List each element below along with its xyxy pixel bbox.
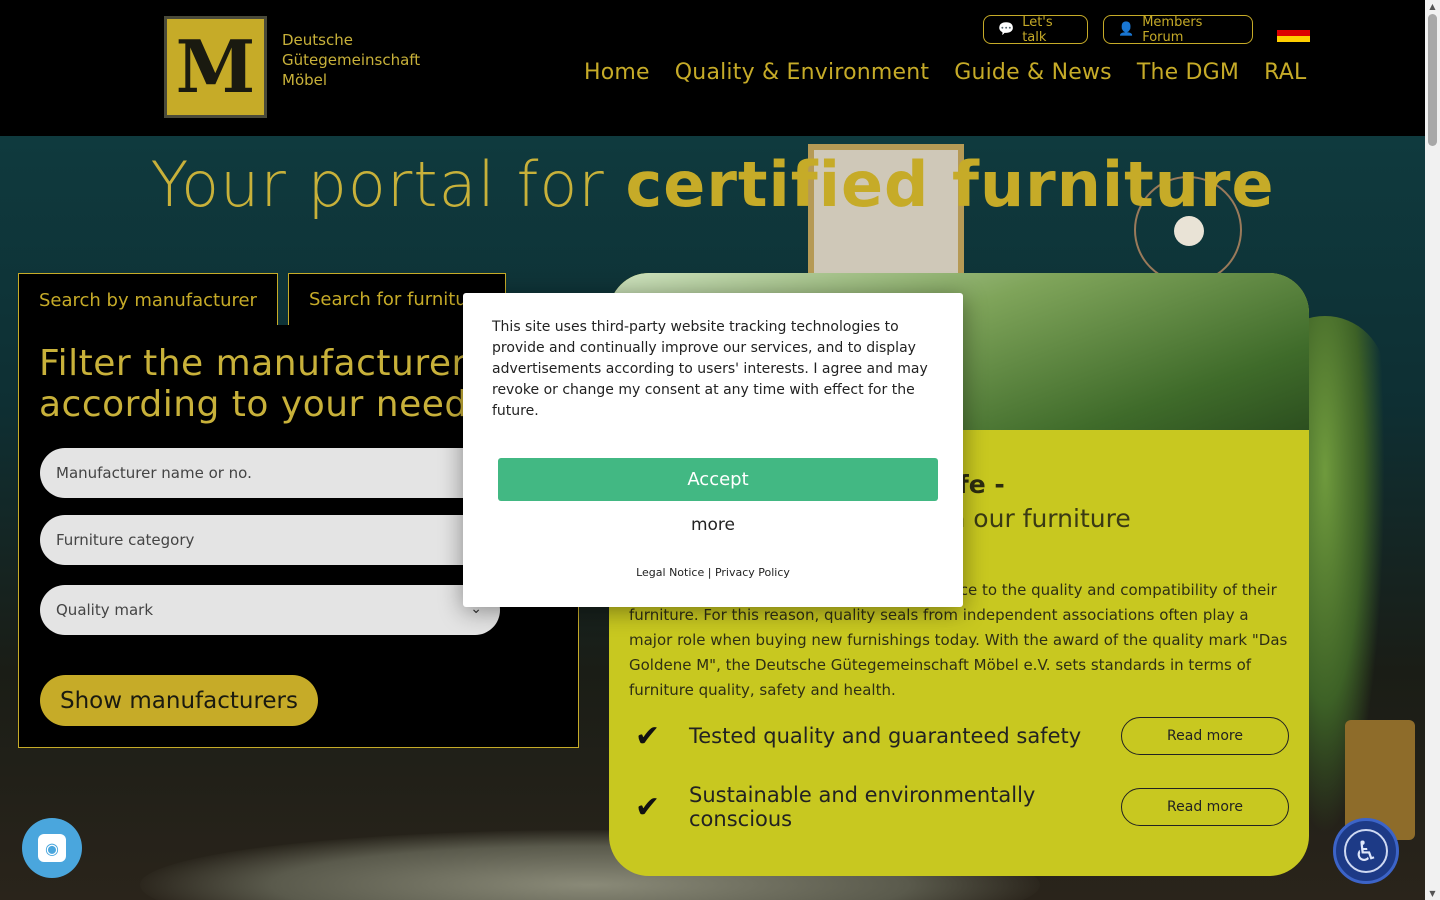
hero-title-bold: certified furniture xyxy=(625,148,1275,221)
feature-text: Tested quality and guaranteed safety xyxy=(689,724,1082,748)
quality-mark-select[interactable]: Quality mark ⌄ xyxy=(40,585,500,635)
logo-text[interactable]: Deutsche Gütegemeinschaft Möbel xyxy=(282,30,420,90)
accessibility-icon: ♿ xyxy=(1344,829,1388,873)
chat-icon: 💬 xyxy=(998,22,1015,37)
read-more-button[interactable]: Read more xyxy=(1121,717,1289,755)
show-manufacturers-button[interactable]: Show manufacturers xyxy=(40,675,318,726)
read-more-button[interactable]: Read more xyxy=(1121,788,1289,826)
accessibility-button[interactable]: ♿ xyxy=(1333,818,1399,884)
feature-row: ✔ Sustainable and environmentally consci… xyxy=(629,783,1289,831)
scroll-down-arrow-icon[interactable]: ▼ xyxy=(1428,889,1437,898)
fingerprint-privacy-button[interactable]: ◉ xyxy=(22,818,82,878)
nav-home[interactable]: Home xyxy=(584,60,650,85)
quality-mark-value: Quality mark xyxy=(56,601,154,619)
logo-letter: M xyxy=(175,24,256,109)
de-flag-icon[interactable] xyxy=(1277,24,1310,42)
scrollbar[interactable]: ▲ ▼ xyxy=(1425,0,1440,900)
more-button[interactable]: more xyxy=(463,515,963,535)
checkmark-icon: ✔ xyxy=(635,718,661,754)
nav-quality-environment[interactable]: Quality & Environment xyxy=(675,60,929,85)
logo-line: Deutsche xyxy=(282,31,353,49)
search-tabs: Search by manufacturer Search for furnit… xyxy=(18,273,506,327)
accept-button[interactable]: Accept xyxy=(498,458,938,501)
privacy-policy-link[interactable]: Privacy Policy xyxy=(715,566,790,579)
consent-links: Legal Notice | Privacy Policy xyxy=(463,566,963,579)
logo-line: Möbel xyxy=(282,71,328,89)
logo-line: Gütegemeinschaft xyxy=(282,51,421,69)
consent-text: This site uses third-party website track… xyxy=(492,319,928,419)
main-nav: Home Quality & Environment Guide & News … xyxy=(584,60,1306,85)
hero-title-plain: Your portal for xyxy=(150,148,626,221)
lets-talk-button[interactable]: 💬 Let's talk xyxy=(983,14,1088,45)
manufacturer-input[interactable]: Manufacturer name or no. xyxy=(40,448,500,498)
tab-search-by-manufacturer[interactable]: Search by manufacturer xyxy=(18,273,278,327)
feature-text: Sustainable and environmentally consciou… xyxy=(689,783,1036,831)
lets-talk-label: Let's talk xyxy=(1022,14,1053,45)
nav-ral[interactable]: RAL xyxy=(1264,60,1306,85)
checkmark-icon: ✔ xyxy=(635,789,661,825)
scroll-up-arrow-icon[interactable]: ▲ xyxy=(1428,2,1437,11)
site-header: M Deutsche Gütegemeinschaft Möbel 💬 Let'… xyxy=(0,0,1425,136)
members-forum-label: Members Forum xyxy=(1142,14,1203,45)
feature-row: ✔ Tested quality and guaranteed safety R… xyxy=(629,716,1289,756)
logo[interactable]: M xyxy=(164,16,267,118)
members-forum-button[interactable]: 👤 Members Forum xyxy=(1103,14,1253,45)
nav-the-dgm[interactable]: The DGM xyxy=(1137,60,1239,85)
scroll-thumb[interactable] xyxy=(1428,14,1437,146)
fingerprint-icon: ◉ xyxy=(38,834,66,862)
legal-notice-link[interactable]: Legal Notice xyxy=(636,566,704,579)
hero-title: Your portal for certified furniture xyxy=(0,148,1425,221)
furniture-category-value: Furniture category xyxy=(56,531,195,549)
furniture-category-select[interactable]: Furniture category xyxy=(40,515,500,565)
link-separator: | xyxy=(707,566,712,579)
cookie-consent-dialog: This site uses third-party website track… xyxy=(463,293,963,607)
user-icon: 👤 xyxy=(1118,22,1135,37)
nav-guide-news[interactable]: Guide & News xyxy=(954,60,1112,85)
